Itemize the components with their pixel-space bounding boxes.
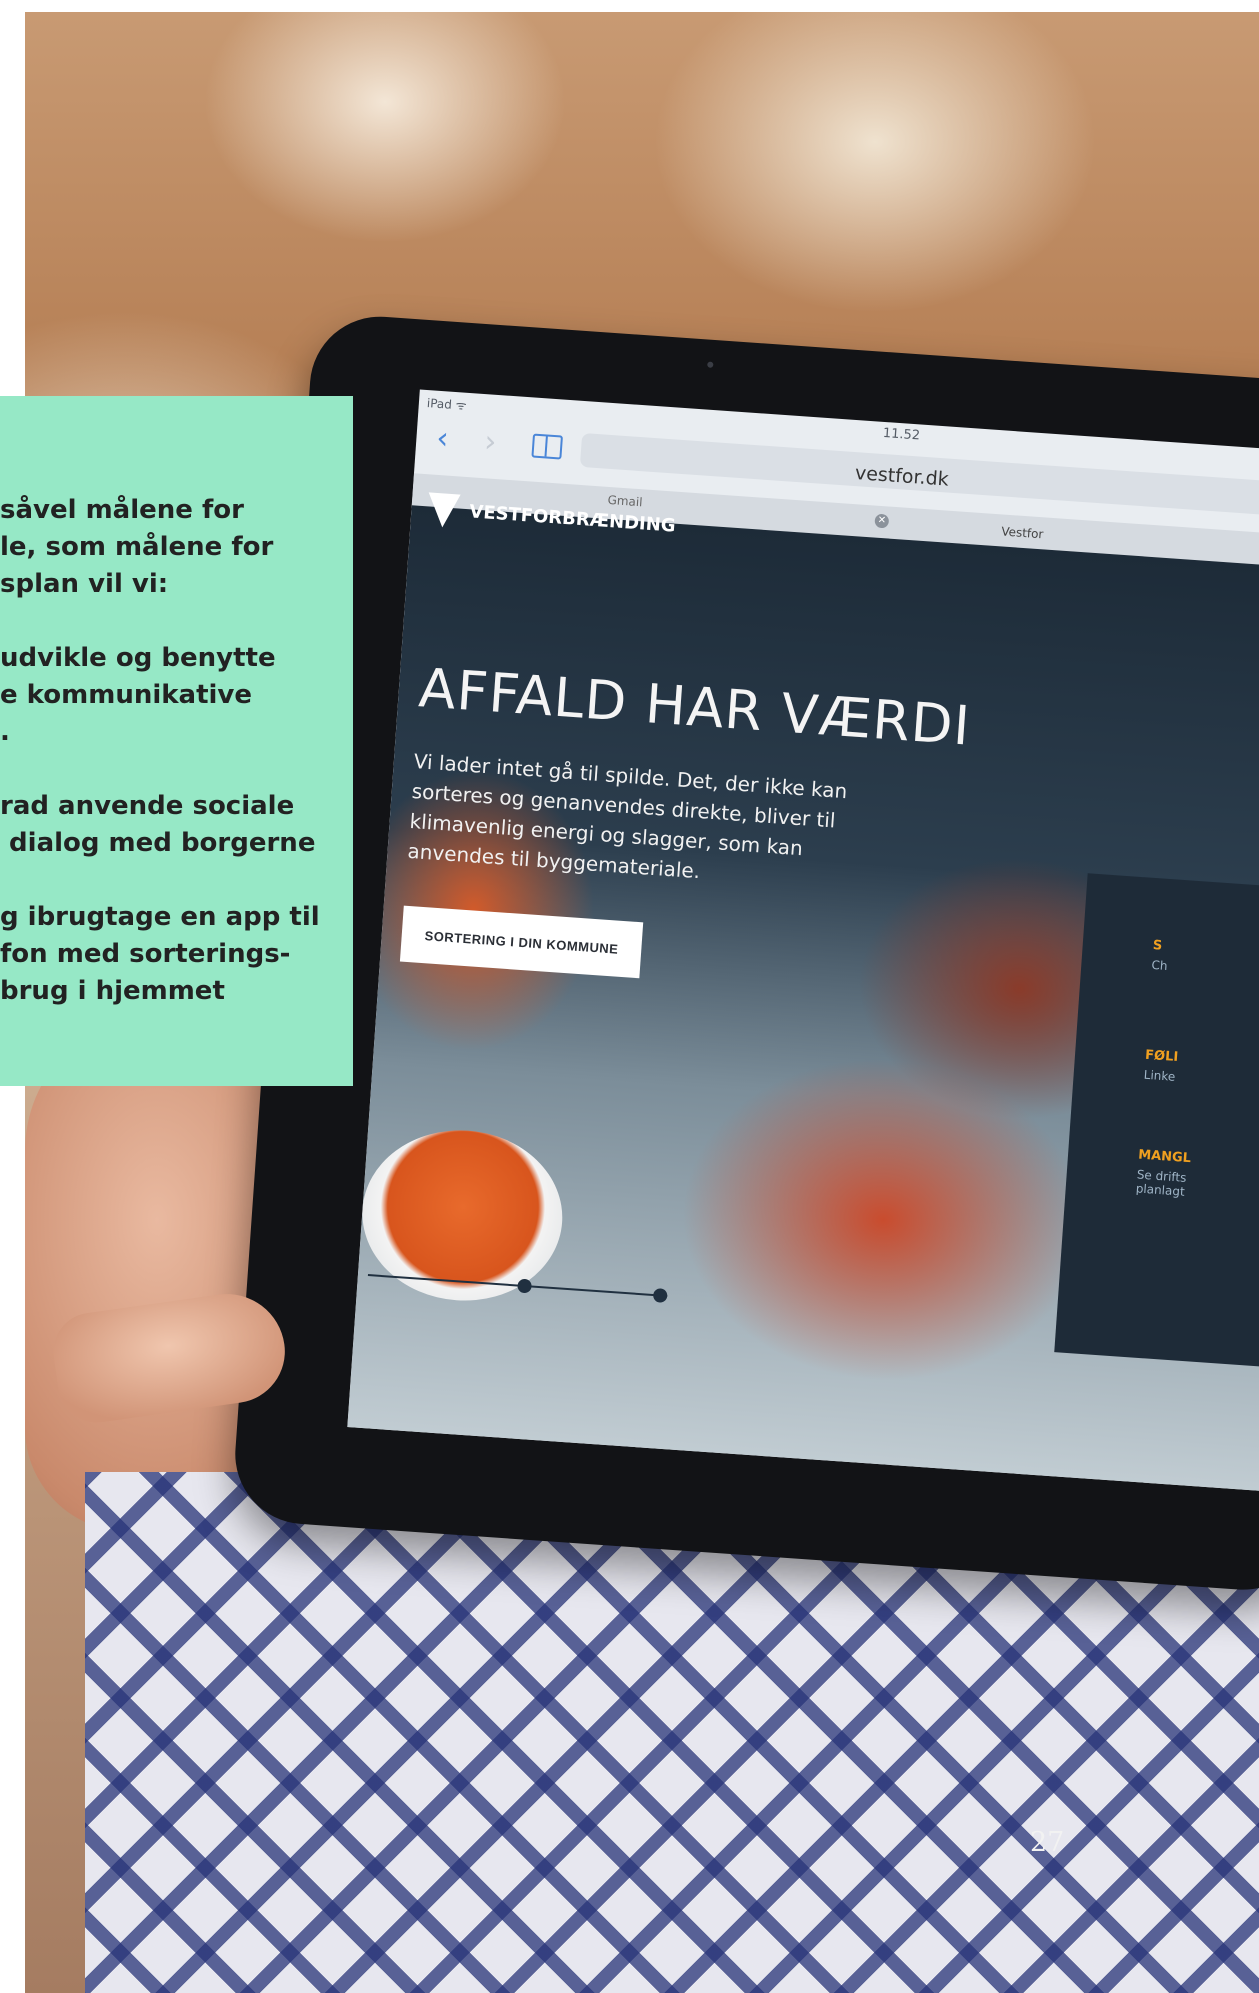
- text-line: .: [0, 717, 10, 747]
- site-side-panel: S Ch FØLI Linke MANGL Se drifts planlagt: [1054, 873, 1259, 1373]
- bullet-3: g ibrugtage en app til fon med sortering…: [0, 899, 353, 1010]
- text-line: le, som målene for: [0, 532, 274, 562]
- tablet-screen: iPad ᯤ 11.52 ‹ › vestfor.dk Gmail ✕ Vest…: [347, 389, 1259, 1497]
- sorting-cta-button[interactable]: SORTERING I DIN KOMMUNE: [399, 905, 644, 979]
- side-item-label[interactable]: MANGL: [1138, 1147, 1192, 1166]
- tab-gmail[interactable]: Gmail: [607, 493, 643, 509]
- camera-icon: [707, 361, 714, 368]
- side-item-label[interactable]: S: [1152, 938, 1162, 954]
- carousel-dot[interactable]: [652, 1288, 668, 1303]
- tab-vestfor[interactable]: Vestfor: [1001, 524, 1044, 541]
- hero-title: AFFALD HAR VÆRDI: [416, 656, 973, 758]
- text-line: rad anvende sociale: [0, 791, 295, 821]
- text-line: dialog med borgerne: [0, 828, 316, 858]
- back-icon[interactable]: ‹: [435, 421, 449, 457]
- text-line: udvikle og benytte: [0, 643, 276, 673]
- side-item-sub: Se drifts planlagt: [1135, 1167, 1187, 1199]
- hero-text: Vi lader intet gå til spilde. Det, der i…: [406, 749, 849, 884]
- website-hero: VESTFORBRÆNDING AFFALD HAR VÆRDI Vi lade…: [347, 492, 1259, 1497]
- panel-body: såvel målene for le, som målene for spla…: [0, 492, 353, 1047]
- text-line: e kommunikative: [0, 680, 253, 710]
- text-line: såvel målene for: [0, 495, 244, 525]
- text-line: splan vil vi:: [0, 569, 169, 599]
- text-line: brug i hjemmet: [0, 976, 225, 1006]
- page-number: 27: [1030, 1827, 1065, 1858]
- carousel-dot[interactable]: [517, 1278, 533, 1294]
- forward-icon[interactable]: ›: [483, 424, 497, 460]
- tablet: iPad ᯤ 11.52 ‹ › vestfor.dk Gmail ✕ Vest…: [230, 312, 1259, 1595]
- bookmarks-icon[interactable]: [531, 433, 563, 460]
- text-panel: såvel målene for le, som målene for spla…: [0, 396, 353, 1086]
- clock: 11.52: [882, 425, 921, 444]
- vestforbraending-logo-icon: [426, 492, 461, 529]
- text-line: g ibrugtage en app til: [0, 902, 320, 932]
- side-item-sub: Linke: [1143, 1067, 1176, 1084]
- close-tab-icon[interactable]: ✕: [874, 513, 890, 529]
- side-item-label[interactable]: FØLI: [1145, 1048, 1179, 1065]
- text-line: fon med sorterings-: [0, 939, 291, 969]
- intro-paragraph: såvel målene for le, som målene for spla…: [0, 492, 353, 603]
- bullet-1: udvikle og benytte e kommunikative .: [0, 640, 353, 751]
- device-label: iPad ᯤ: [426, 396, 468, 413]
- side-item-sub: Ch: [1151, 957, 1168, 974]
- bullet-2: rad anvende sociale dialog med borgerne: [0, 788, 353, 862]
